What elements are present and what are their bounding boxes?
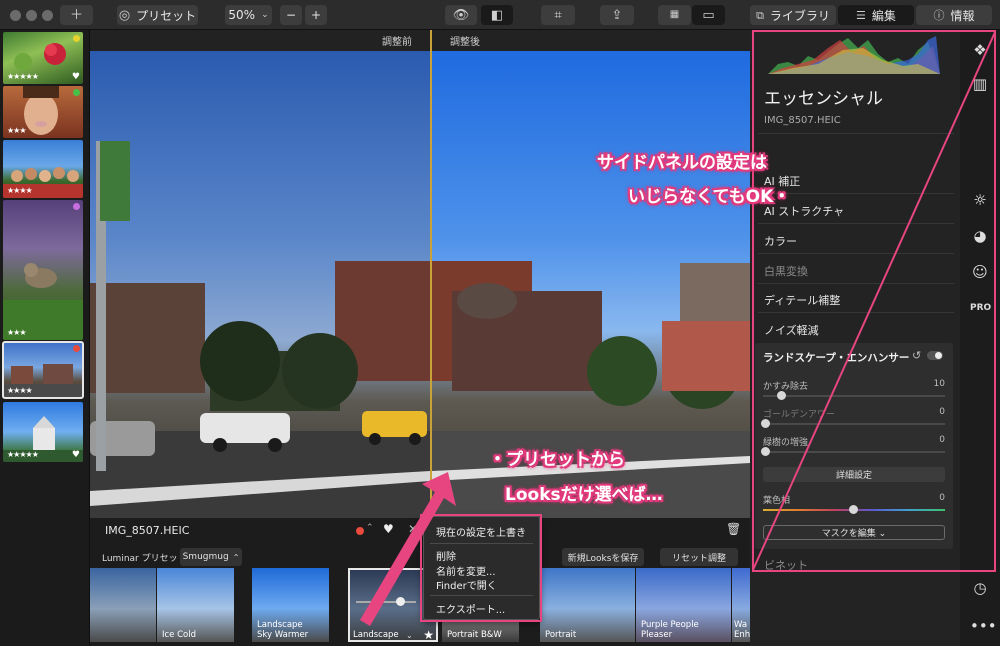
- plus-icon: ＋: [69, 7, 83, 23]
- heart-icon: ♥: [71, 450, 80, 460]
- before-label: 調整前: [382, 37, 412, 48]
- zoom-out-label: −: [285, 8, 297, 22]
- library-icon: ⧉: [756, 8, 764, 22]
- minimize-window-button[interactable]: [26, 10, 37, 21]
- chevron-down-icon: ⌄: [261, 9, 269, 20]
- tab-info-label: 情報: [950, 8, 975, 23]
- crop-button[interactable]: ⌗: [541, 5, 575, 25]
- look-label: Landscape Sky Warmer: [257, 620, 309, 640]
- color-label-dot: [73, 35, 80, 42]
- looks-filename: IMG_8507.HEIC: [105, 524, 190, 537]
- zoom-in-button[interactable]: +: [305, 5, 327, 25]
- tab-library[interactable]: ⧉ ライブラリ: [750, 5, 836, 25]
- chevron-down-icon: ⌃: [232, 552, 240, 562]
- look-tile[interactable]: [90, 568, 156, 642]
- reset-adjustments-button[interactable]: リセット調整: [660, 548, 738, 566]
- preset-label: プリセット: [136, 8, 197, 23]
- annotation-bottom-line1: ・プリセットから: [489, 450, 625, 470]
- zoom-window-button[interactable]: [42, 10, 53, 21]
- share-icon: ⇪: [611, 7, 623, 23]
- image-viewer[interactable]: 調整前 調整後: [90, 30, 750, 518]
- look-label: Ice Cold: [162, 629, 197, 640]
- compare-toggle-button[interactable]: ◧: [481, 5, 513, 25]
- tab-library-label: ライブラリ: [769, 8, 830, 23]
- save-looks-button[interactable]: 新規Looksを保存: [562, 548, 644, 566]
- look-label: Landscape: [353, 629, 399, 640]
- before-image: [90, 51, 430, 518]
- heart-icon: ♥: [71, 72, 80, 82]
- preset-icon: ◎: [118, 7, 131, 23]
- save-looks-label: 新規Looksを保存: [567, 553, 639, 564]
- thumbnail-1[interactable]: ★★★★★ ♥: [3, 32, 83, 84]
- looks-category-select[interactable]: Smugmug ⌃: [180, 548, 242, 566]
- rating-stars: ★★★★: [7, 386, 33, 395]
- single-view-icon: ▭: [702, 7, 715, 23]
- tab-info[interactable]: ⓘ 情報: [916, 5, 992, 25]
- filmstrip: ★★★★★ ♥ ★★★ ★★★★ ★★★ ★★★★ ★★★★★ ♥: [0, 30, 90, 646]
- grid-view-button[interactable]: ▦: [658, 5, 691, 25]
- look-tile[interactable]: Landscape Sky Warmer: [252, 568, 329, 642]
- info-icon: ⓘ: [933, 8, 945, 22]
- add-photos-button[interactable]: ＋: [60, 5, 93, 25]
- looks-category-value: Smugmug: [182, 552, 229, 562]
- annotation-side-line2: いじらなくてもOK・: [628, 187, 791, 207]
- compare-split-handle[interactable]: [430, 30, 432, 518]
- color-label-dot: [73, 89, 80, 96]
- toolbar: ＋ ◎ プリセット 50% ⌄ − + 👁 ◧ ⌗ ⇪ ▦ ▭ ⧉ ライブラリ …: [0, 0, 1000, 30]
- cat-photo: [3, 263, 83, 340]
- rating-stars: ★★★★: [7, 186, 33, 195]
- look-label: Purple People Pleaser: [641, 620, 699, 640]
- preset-button[interactable]: ◎ プリセット: [117, 5, 198, 25]
- eye-icon: 👁: [452, 7, 470, 23]
- zoom-out-button[interactable]: −: [280, 5, 302, 25]
- thumbnail-6[interactable]: ★★★★★ ♥: [3, 402, 83, 462]
- zoom-select[interactable]: 50% ⌄: [225, 5, 272, 25]
- looks-category-label: Luminar プリセット: [102, 554, 187, 564]
- app-window: ＋ ◎ プリセット 50% ⌄ − + 👁 ◧ ⌗ ⇪ ▦ ▭ ⧉ ライブラリ …: [0, 0, 1000, 646]
- look-label: Portrait B&W: [447, 629, 502, 640]
- look-label: Portrait: [545, 629, 577, 640]
- annotation-bottom-line2: Looksだけ選べば…: [505, 485, 663, 505]
- look-tile[interactable]: Purple People Pleaser: [636, 568, 731, 642]
- history-clock-icon[interactable]: ◷: [970, 578, 990, 598]
- grid-icon: ▦: [669, 9, 680, 20]
- close-window-button[interactable]: [10, 10, 21, 21]
- rating-stars: ★★★★★: [7, 450, 39, 459]
- after-label: 調整後: [450, 37, 480, 48]
- rating-stars: ★★★: [7, 126, 26, 135]
- zoom-value: 50%: [228, 8, 256, 22]
- thumbnail-3[interactable]: ★★★★: [3, 140, 83, 198]
- crop-icon: ⌗: [554, 7, 562, 23]
- tab-edit[interactable]: ☰ 編集: [838, 5, 914, 25]
- star-icon[interactable]: ★: [423, 628, 434, 642]
- look-label: Wa Enh: [734, 620, 750, 640]
- sliders-icon: ☰: [856, 8, 866, 22]
- thumbnail-5-selected[interactable]: ★★★★: [2, 341, 84, 399]
- look-tile[interactable]: Ice Cold: [157, 568, 234, 642]
- split-view-icon: ◧: [490, 7, 504, 23]
- before-scene: [90, 141, 430, 518]
- thumbnail-2[interactable]: ★★★: [3, 86, 83, 138]
- share-button[interactable]: ⇪: [600, 5, 634, 25]
- look-tile[interactable]: Wa Enh: [732, 568, 750, 642]
- zoom-in-label: +: [310, 8, 322, 22]
- rating-stars: ★★★: [7, 328, 26, 337]
- more-icon[interactable]: •••: [970, 616, 997, 636]
- color-label-dot: [73, 345, 80, 352]
- thumbnail-4[interactable]: ★★★: [3, 200, 83, 340]
- color-label-dot: [73, 203, 80, 210]
- reset-label: リセット調整: [671, 553, 726, 564]
- chevron-down-icon: ⌄: [406, 631, 413, 640]
- annotation-arrow: [360, 472, 456, 626]
- tab-edit-label: 編集: [871, 8, 896, 23]
- single-view-button[interactable]: ▭: [692, 5, 725, 25]
- preview-toggle-button[interactable]: 👁: [445, 5, 477, 25]
- annotation-side-line1: サイドパネルの設定は: [597, 153, 767, 173]
- annotation-strike-line: [752, 30, 996, 572]
- rating-stars: ★★★★★: [7, 72, 39, 81]
- trash-icon[interactable]: 🗑: [726, 522, 741, 536]
- look-tile[interactable]: Portrait: [540, 568, 635, 642]
